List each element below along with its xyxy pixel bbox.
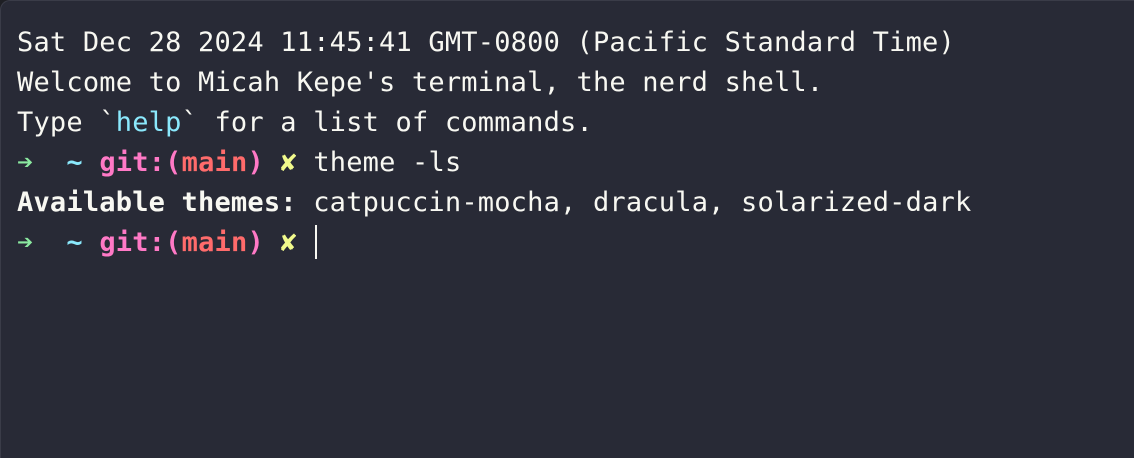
terminal-window[interactable]: Sat Dec 28 2024 11:45:41 GMT-0800 (Pacif… [0,0,1134,458]
themes-label: Available themes: [17,187,297,218]
prompt-git-close: ) [247,227,264,258]
prompt-git-label: git:( [99,227,182,258]
history-command: theme -ls [313,147,462,178]
prompt-branch-name: main [181,147,248,178]
prompt-branch-name: main [181,227,248,258]
help-hint-line: Type `help` for a list of commands. [17,103,1118,143]
help-hint-prefix: Type ` [17,107,116,138]
help-command-highlight: help [115,107,182,138]
prompt-git-label: git:( [99,147,182,178]
text-cursor [315,224,318,259]
themes-list: catpuccin-mocha, dracula, solarized-dark [313,187,972,218]
prompt-dirty-icon: ✘ [280,227,297,258]
help-hint-suffix: ` for a list of commands. [181,107,593,138]
prompt-arrow-icon: ➔ [17,227,34,258]
themes-output-line: Available themes: catpuccin-mocha, dracu… [17,183,1118,223]
prompt-directory: ~ [66,227,83,258]
date-text: Sat Dec 28 2024 11:45:41 GMT-0800 (Pacif… [17,27,955,58]
date-output-line: Sat Dec 28 2024 11:45:41 GMT-0800 (Pacif… [17,23,1118,63]
prompt-dirty-icon: ✘ [280,147,297,178]
prompt-directory: ~ [66,147,83,178]
welcome-output-line: Welcome to Micah Kepe's terminal, the ne… [17,63,1118,103]
welcome-text: Welcome to Micah Kepe's terminal, the ne… [17,67,824,98]
prompt-line-history: ➔ ~ git:(main) ✘ theme -ls [17,143,1118,183]
prompt-line-active[interactable]: ➔ ~ git:(main) ✘ [17,223,1118,263]
prompt-arrow-icon: ➔ [17,147,34,178]
prompt-git-close: ) [247,147,264,178]
